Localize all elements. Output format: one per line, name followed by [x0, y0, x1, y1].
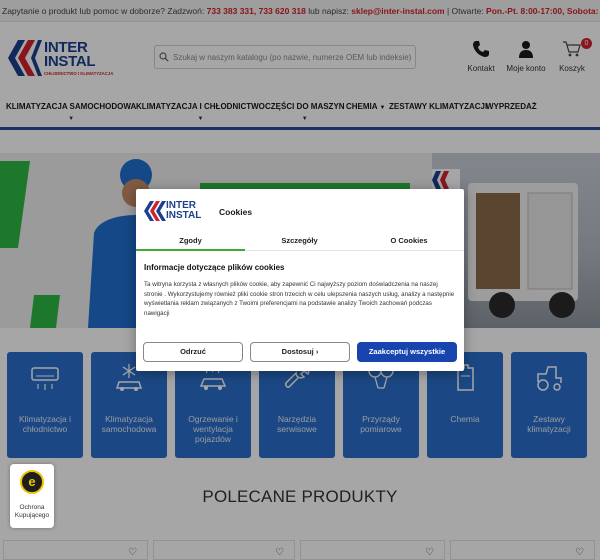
trust-seal-icon: e: [20, 470, 44, 494]
reject-button[interactable]: Odrzuć: [143, 342, 243, 362]
chevron-right-icon: ›: [315, 347, 319, 356]
trust-badge-label: Ochrona Kupującego: [14, 504, 50, 519]
accept-all-button[interactable]: Zaakceptuj wszystkie: [357, 342, 457, 362]
logo-chevrons-icon: [144, 201, 166, 221]
trust-badge-buyer-protection[interactable]: e Ochrona Kupującego: [10, 464, 54, 528]
tab-details[interactable]: Szczegóły: [245, 233, 354, 251]
tab-about-cookies[interactable]: O Cookies: [354, 233, 464, 251]
cookie-tabs: Zgody Szczegóły O Cookies: [136, 233, 464, 251]
cookie-info-text: Ta witryna korzysta z własnych plików co…: [144, 281, 455, 317]
cookie-info-heading: Informacje dotyczące plików cookies: [144, 263, 285, 272]
customize-button[interactable]: Dostosuj ›: [250, 342, 350, 362]
logo-line-2: INSTAL: [166, 210, 202, 221]
cookie-consent-dialog: INTER INSTAL Cookies Zgody Szczegóły O C…: [136, 189, 464, 371]
modal-logo: INTER INSTAL: [144, 201, 214, 227]
cookie-dialog-title: Cookies: [219, 207, 253, 217]
tab-consents[interactable]: Zgody: [136, 233, 245, 251]
customize-label: Dostosuj: [281, 347, 314, 356]
